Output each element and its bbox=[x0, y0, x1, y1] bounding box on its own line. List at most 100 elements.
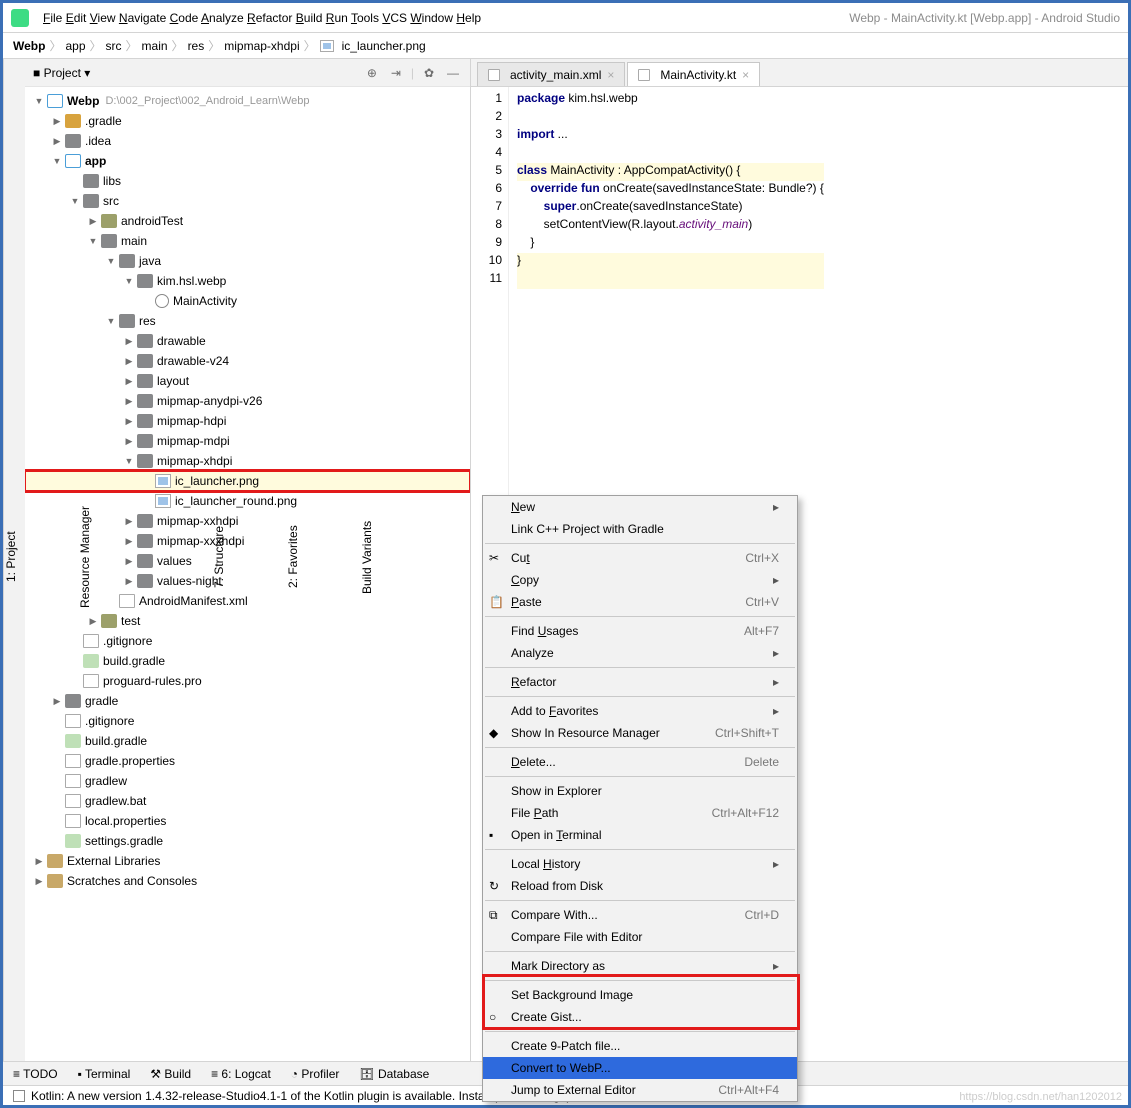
menu-vcs[interactable]: VCS bbox=[382, 11, 407, 25]
tree-item[interactable]: androidTest bbox=[25, 211, 470, 231]
tree-item[interactable]: gradle bbox=[25, 691, 470, 711]
tree-item[interactable]: libs bbox=[25, 171, 470, 191]
tree-item[interactable]: proguard-rules.pro bbox=[25, 671, 470, 691]
tree-item[interactable]: gradle.properties bbox=[25, 751, 470, 771]
menu-item[interactable]: Link C++ Project with Gradle bbox=[483, 518, 797, 540]
tree-item[interactable]: mipmap-mdpi bbox=[25, 431, 470, 451]
tree-item[interactable]: mipmap-xhdpi bbox=[25, 451, 470, 471]
tree-item[interactable]: java bbox=[25, 251, 470, 271]
menu-tools[interactable]: Tools bbox=[351, 11, 379, 25]
tree-item[interactable]: main bbox=[25, 231, 470, 251]
rail-structure[interactable]: 7: Structure bbox=[212, 526, 226, 588]
tree-item[interactable]: kim.hsl.webp bbox=[25, 271, 470, 291]
tree-item[interactable]: MainActivity bbox=[25, 291, 470, 311]
menu-help[interactable]: Help bbox=[456, 11, 481, 25]
tree-item[interactable]: settings.gradle bbox=[25, 831, 470, 851]
menu-item[interactable]: 📋PasteCtrl+V bbox=[483, 591, 797, 613]
menu-item[interactable]: Jump to External EditorCtrl+Alt+F4 bbox=[483, 1079, 797, 1101]
menu-item[interactable]: Delete...Delete bbox=[483, 751, 797, 773]
tree-ext[interactable]: Scratches and Consoles bbox=[25, 871, 470, 891]
close-icon[interactable]: × bbox=[607, 68, 614, 82]
menu-edit[interactable]: Edit bbox=[66, 11, 87, 25]
menu-item[interactable]: File PathCtrl+Alt+F12 bbox=[483, 802, 797, 824]
menu-analyze[interactable]: Analyze bbox=[201, 11, 244, 25]
menu-item[interactable]: ✂CutCtrl+X bbox=[483, 547, 797, 569]
tree-item[interactable]: src bbox=[25, 191, 470, 211]
menu-item[interactable]: ○Create Gist... bbox=[483, 1006, 797, 1028]
menu-item[interactable]: Copy▸ bbox=[483, 569, 797, 591]
tree-ext[interactable]: External Libraries bbox=[25, 851, 470, 871]
rail-resource-manager[interactable]: Resource Manager bbox=[78, 506, 92, 608]
menu-item[interactable]: Show in Explorer bbox=[483, 780, 797, 802]
tree-item[interactable]: build.gradle bbox=[25, 731, 470, 751]
crumb-1[interactable]: app bbox=[65, 39, 85, 53]
tree-item[interactable]: drawable-v24 bbox=[25, 351, 470, 371]
context-menu[interactable]: New▸Link C++ Project with Gradle ✂CutCtrl… bbox=[482, 495, 798, 1102]
tree-item[interactable]: mipmap-anydpi-v26 bbox=[25, 391, 470, 411]
bottom-todo[interactable]: ≡ TODO bbox=[13, 1067, 58, 1081]
menu-item[interactable]: ↻Reload from Disk bbox=[483, 875, 797, 897]
tree-item[interactable]: layout bbox=[25, 371, 470, 391]
bottom-6: logcat[interactable]: ≡ 6: Logcat bbox=[211, 1067, 271, 1081]
crumb-2[interactable]: src bbox=[106, 39, 122, 53]
menu-item[interactable]: ▪Open in Terminal bbox=[483, 824, 797, 846]
tree-item[interactable]: mipmap-hdpi bbox=[25, 411, 470, 431]
rail-project[interactable]: 1: Project bbox=[4, 532, 18, 583]
menu-file[interactable]: File bbox=[43, 11, 62, 25]
rail-build-variants[interactable]: Build Variants bbox=[360, 520, 374, 593]
crumb-6[interactable]: ic_launcher.png bbox=[320, 39, 426, 53]
menu-item[interactable]: ⧉Compare With...Ctrl+D bbox=[483, 904, 797, 926]
menu-item[interactable]: Add to Favorites▸ bbox=[483, 700, 797, 722]
menu-item[interactable]: Compare File with Editor bbox=[483, 926, 797, 948]
menu-item[interactable]: Find UsagesAlt+F7 bbox=[483, 620, 797, 642]
menu-run[interactable]: Run bbox=[326, 11, 348, 25]
tab-activity_main.xml[interactable]: activity_main.xml × bbox=[477, 62, 625, 86]
bottom-database[interactable]: 🗄 Database bbox=[359, 1067, 429, 1081]
tree-item[interactable]: drawable bbox=[25, 331, 470, 351]
tree-root[interactable]: WebpD:\002_Project\002_Android_Learn\Web… bbox=[25, 91, 470, 111]
tree-item[interactable]: .gitignore bbox=[25, 711, 470, 731]
tree-item[interactable]: ic_launcher.png bbox=[25, 471, 470, 491]
tree-item[interactable]: app bbox=[25, 151, 470, 171]
android-studio-logo bbox=[11, 9, 29, 27]
menu-code[interactable]: Code bbox=[170, 11, 199, 25]
tree-item[interactable]: .gradle bbox=[25, 111, 470, 131]
locate-icon[interactable]: ⊕ bbox=[363, 64, 381, 82]
menu-build[interactable]: Build bbox=[296, 11, 323, 25]
crumb-0[interactable]: Webp bbox=[13, 39, 45, 53]
menu-item[interactable]: Refactor▸ bbox=[483, 671, 797, 693]
tree-item[interactable]: local.properties bbox=[25, 811, 470, 831]
menu-navigate[interactable]: Navigate bbox=[119, 11, 166, 25]
close-icon[interactable]: × bbox=[742, 68, 749, 82]
left-tool-rail[interactable]: 1: Project Resource Manager 7: Structure… bbox=[3, 59, 25, 1061]
rail-favorites[interactable]: 2: Favorites bbox=[286, 526, 300, 589]
menu-item[interactable]: Create 9-Patch file... bbox=[483, 1035, 797, 1057]
tree-item[interactable]: .gitignore bbox=[25, 631, 470, 651]
menu-item[interactable]: Local History▸ bbox=[483, 853, 797, 875]
menu-view[interactable]: View bbox=[90, 11, 116, 25]
menu-window[interactable]: Window bbox=[410, 11, 453, 25]
bottom-profiler[interactable]: ◔ Profiler bbox=[291, 1067, 340, 1081]
menu-item[interactable]: New▸ bbox=[483, 496, 797, 518]
bottom-build[interactable]: ⚒ Build bbox=[150, 1067, 191, 1081]
tree-item[interactable]: .idea bbox=[25, 131, 470, 151]
menu-item[interactable]: Analyze▸ bbox=[483, 642, 797, 664]
project-view-selector[interactable]: ■ Project ▾ bbox=[33, 66, 90, 80]
collapse-icon[interactable]: ⇥ bbox=[387, 64, 405, 82]
tree-item[interactable]: gradlew.bat bbox=[25, 791, 470, 811]
menu-item[interactable]: Convert to WebP... bbox=[483, 1057, 797, 1079]
menu-refactor[interactable]: Refactor bbox=[247, 11, 292, 25]
bottom-terminal[interactable]: ▪ Terminal bbox=[78, 1067, 131, 1081]
menu-item[interactable]: Set Background Image bbox=[483, 984, 797, 1006]
crumb-3[interactable]: main bbox=[142, 39, 168, 53]
tree-item[interactable]: res bbox=[25, 311, 470, 331]
tree-item[interactable]: gradlew bbox=[25, 771, 470, 791]
tab-MainActivity.kt[interactable]: MainActivity.kt × bbox=[627, 62, 760, 86]
crumb-5[interactable]: mipmap-xhdpi bbox=[224, 39, 299, 53]
menu-item[interactable]: ◆Show In Resource ManagerCtrl+Shift+T bbox=[483, 722, 797, 744]
tree-item[interactable]: build.gradle bbox=[25, 651, 470, 671]
crumb-4[interactable]: res bbox=[188, 39, 205, 53]
tree-item[interactable]: test bbox=[25, 611, 470, 631]
hide-icon[interactable]: — bbox=[444, 64, 462, 82]
settings-icon[interactable]: ✿ bbox=[420, 64, 438, 82]
